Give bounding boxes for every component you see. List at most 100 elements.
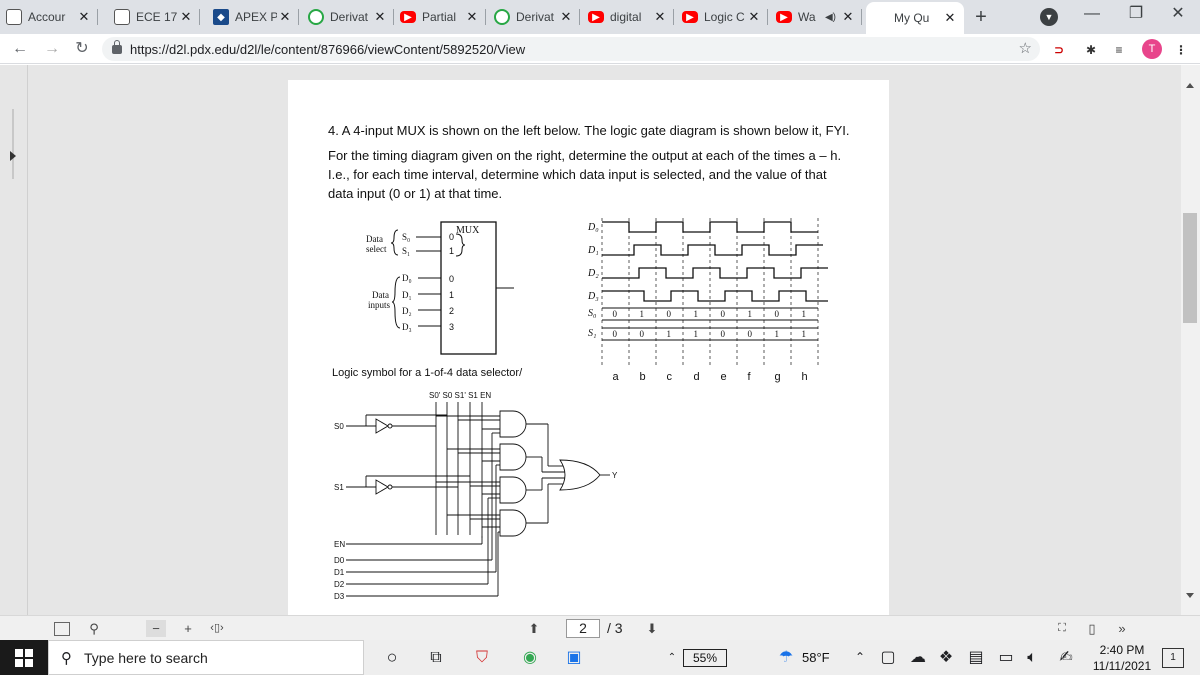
- close-icon[interactable]: ✕: [372, 9, 388, 25]
- signal-label: D₃: [587, 291, 599, 302]
- screen-icon[interactable]: ▤: [962, 644, 990, 671]
- youtube-icon: ▶: [776, 11, 792, 23]
- tab-8[interactable]: ▶ Logic C ✕: [676, 0, 768, 34]
- pin-label: 0: [449, 232, 454, 242]
- page-number-input[interactable]: 2: [566, 619, 600, 638]
- chegg-icon: ✓: [494, 9, 510, 25]
- close-icon[interactable]: ✕: [464, 9, 480, 25]
- new-tab-button[interactable]: +: [968, 4, 994, 30]
- avatar[interactable]: T: [1142, 39, 1162, 59]
- tab-7[interactable]: ▶ digital ✕: [582, 0, 674, 34]
- s1-value: 1: [802, 329, 807, 339]
- notification-icon[interactable]: 1: [1162, 648, 1184, 668]
- tab-10[interactable]: b My Qu ✕: [866, 2, 964, 34]
- reading-list-icon[interactable]: ≡: [1110, 41, 1128, 59]
- pdf-viewer: 4. A 4-input MUX is shown on the left be…: [0, 65, 1200, 615]
- onedrive-icon[interactable]: ☁: [904, 644, 932, 671]
- tab-3[interactable]: ◆ APEX P ✕: [207, 0, 299, 34]
- time-label: a: [613, 371, 620, 383]
- tab-label: Derivat: [516, 10, 555, 24]
- sidebar-toggle-icon[interactable]: [10, 151, 16, 161]
- fit-width-icon[interactable]: ‹▯›: [206, 620, 228, 637]
- data-waveform: [602, 290, 828, 302]
- gate-diagram: S0' S0 S1' S1 EN S0 S1 EN D0 D1 D2 D3 Y: [334, 391, 618, 601]
- page-view-icon[interactable]: [54, 622, 70, 636]
- scroll-down-icon[interactable]: [1186, 593, 1194, 598]
- close-icon[interactable]: ✕: [840, 9, 856, 25]
- close-icon[interactable]: ✕: [558, 9, 574, 25]
- chrome-icon[interactable]: ◉: [516, 644, 544, 671]
- close-icon[interactable]: ✕: [277, 9, 293, 25]
- tab-9[interactable]: ▶ Wa ◀) ✕: [770, 0, 862, 34]
- scroll-indicator-icon[interactable]: ⌃: [658, 644, 686, 671]
- forward-button[interactable]: →: [40, 37, 64, 61]
- gate-input-label: D2: [334, 580, 345, 589]
- bookmark-star-icon[interactable]: ☆: [1019, 39, 1032, 57]
- data-waveform: [602, 244, 823, 256]
- tab-5[interactable]: ▶ Partial ✕: [394, 0, 486, 34]
- back-button[interactable]: ←: [8, 37, 32, 61]
- data-line-label: D₀: [402, 273, 412, 283]
- close-icon[interactable]: ✕: [652, 9, 668, 25]
- scrollbar-thumb[interactable]: [1183, 213, 1197, 323]
- bartleby-icon: b: [876, 12, 884, 24]
- dropbox-icon[interactable]: ❖: [932, 644, 960, 671]
- s1-value: 0: [748, 329, 753, 339]
- close-icon[interactable]: ✕: [178, 9, 194, 25]
- fullscreen-icon[interactable]: ⛶: [1052, 620, 1072, 637]
- more-tools-icon[interactable]: »: [1112, 620, 1132, 637]
- signal-label: S₁: [588, 328, 596, 339]
- figure: MUX Data select S₀ S₁ 0 1 Data inputs D₀…: [332, 218, 828, 601]
- start-button[interactable]: [0, 640, 48, 675]
- vertical-scrollbar[interactable]: [1181, 65, 1200, 615]
- taskbar-search[interactable]: ⚲ Type here to search: [48, 640, 364, 675]
- chegg-icon: ✓: [308, 9, 324, 25]
- camera-icon[interactable]: ▢: [874, 644, 902, 671]
- weather-icon[interactable]: ☂: [772, 644, 800, 671]
- gate-input-label: D0: [334, 556, 345, 565]
- menu-icon[interactable]: ⋮: [1172, 41, 1190, 59]
- tab-4[interactable]: ✓ Derivat ✕: [302, 0, 394, 34]
- cortana-icon[interactable]: ○: [378, 644, 406, 671]
- close-window-button[interactable]: ✕: [1156, 0, 1200, 30]
- tab-search-icon[interactable]: ▼: [1040, 8, 1058, 26]
- extension-icon[interactable]: ⊃: [1050, 41, 1068, 59]
- sidebar-strip: [0, 65, 28, 615]
- close-icon[interactable]: ✕: [942, 10, 958, 26]
- url-text[interactable]: https://d2l.pdx.edu/d2l/le/content/87696…: [130, 42, 525, 57]
- volume-icon[interactable]: 🔈︎: [1018, 644, 1046, 671]
- photos-icon[interactable]: ▣: [560, 644, 588, 671]
- show-hidden-icons[interactable]: ⌃: [846, 644, 874, 671]
- download-icon[interactable]: ▯: [1082, 620, 1102, 637]
- s0-value: 1: [802, 309, 807, 319]
- battery-icon[interactable]: ▭: [992, 644, 1020, 671]
- restore-button[interactable]: ❐: [1114, 0, 1158, 30]
- task-view-icon[interactable]: ⧉: [422, 644, 450, 671]
- select-label: Data: [366, 234, 383, 244]
- zoom-in-button[interactable]: +: [178, 620, 198, 637]
- tab-2[interactable]: ✥ ECE 17 ✕: [108, 0, 200, 34]
- reload-button[interactable]: ↻: [70, 37, 94, 61]
- previous-page-icon[interactable]: ⬆: [524, 620, 544, 637]
- mcafee-icon[interactable]: ⛉: [468, 644, 496, 671]
- data-waveform: [602, 267, 828, 279]
- address-bar[interactable]: https://d2l.pdx.edu/d2l/le/content/87696…: [102, 37, 1040, 61]
- extension-puzzle-icon[interactable]: ✱: [1082, 41, 1100, 59]
- pen-icon[interactable]: ✍︎: [1052, 644, 1080, 671]
- zoom-out-button[interactable]: −: [146, 620, 166, 637]
- s0-value: 1: [748, 309, 753, 319]
- s0-value: 0: [667, 309, 672, 319]
- speaker-icon[interactable]: ◀): [825, 12, 836, 23]
- scroll-up-icon[interactable]: [1186, 83, 1194, 88]
- close-icon[interactable]: ✕: [746, 9, 762, 25]
- close-icon[interactable]: ✕: [76, 9, 92, 25]
- next-page-icon[interactable]: ⬇: [642, 620, 662, 637]
- search-icon[interactable]: ⚲: [84, 620, 104, 637]
- gate-top-labels: S0' S0 S1' S1 EN: [429, 391, 491, 400]
- battery-indicator[interactable]: 55%: [683, 649, 727, 667]
- clock[interactable]: 2:40 PM 11/11/2021: [1086, 642, 1158, 674]
- tab-6[interactable]: ✓ Derivat ✕: [488, 0, 580, 34]
- temperature[interactable]: 58°F: [802, 650, 830, 665]
- tab-1[interactable]: ✥ Accour ✕: [0, 0, 98, 34]
- minimize-button[interactable]: —: [1070, 0, 1114, 30]
